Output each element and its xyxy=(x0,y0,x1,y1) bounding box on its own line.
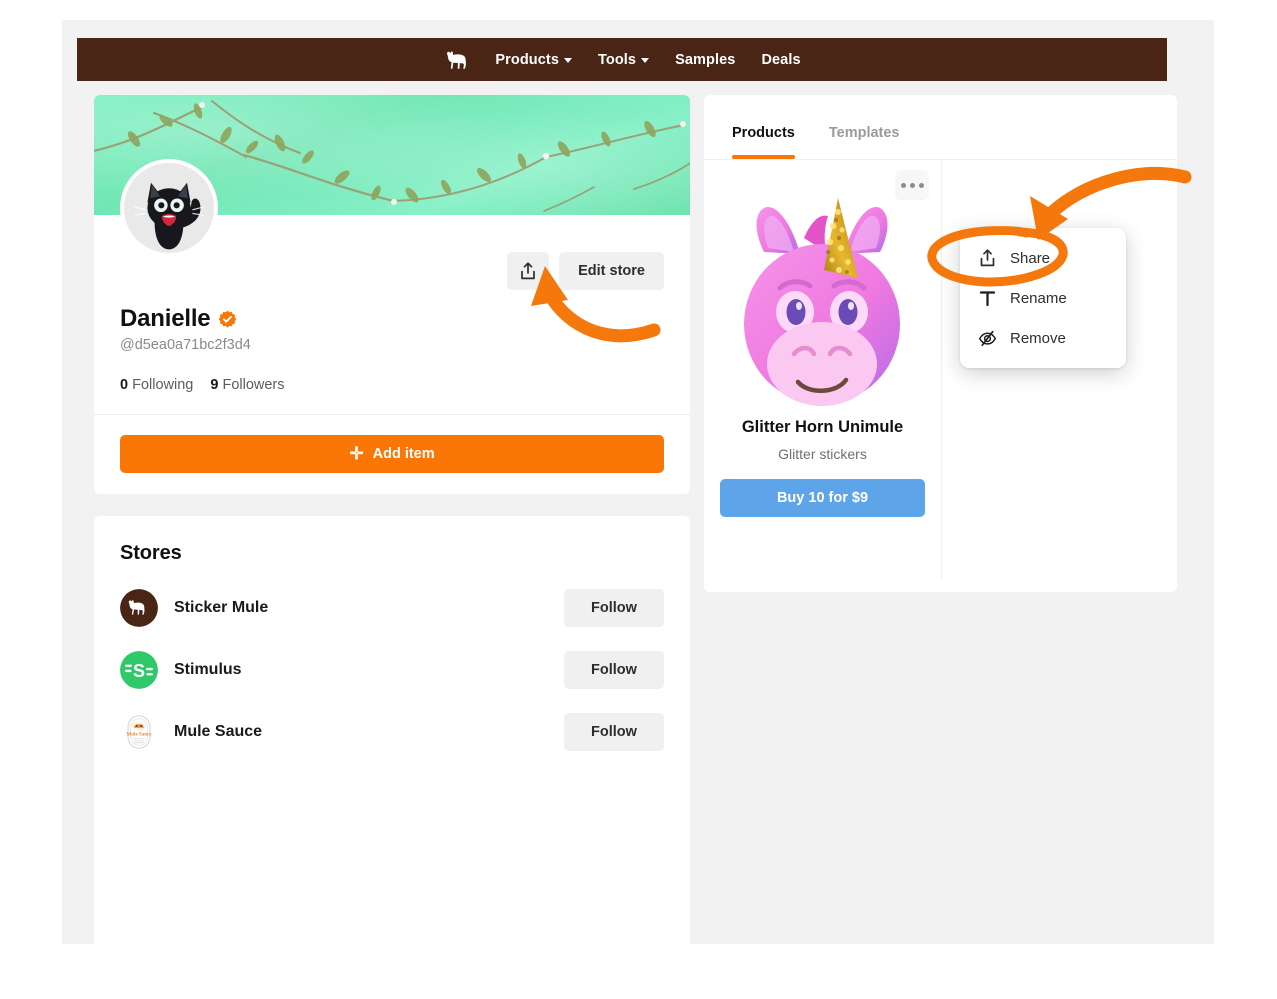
mule-sauce-logo-icon: Mule Sauce xyxy=(120,713,158,751)
product-grid: Glitter Horn Unimule Glitter stickers Bu… xyxy=(704,159,1177,580)
nav-link-products-label: Products xyxy=(495,51,559,68)
following-label: Following xyxy=(132,377,194,393)
following-stat[interactable]: 0 Following xyxy=(120,377,193,393)
followers-count: 9 xyxy=(210,377,219,393)
menu-item-share-label: Share xyxy=(1010,249,1051,267)
tab-products[interactable]: Products xyxy=(732,125,795,159)
stores-heading: Stores xyxy=(120,542,182,564)
product-card[interactable]: Glitter Horn Unimule Glitter stickers Bu… xyxy=(704,160,941,580)
add-item-section: ✛ Add item xyxy=(94,414,690,494)
share-store-button[interactable] xyxy=(507,252,550,290)
profile-stats: 0 Following 9 Followers xyxy=(120,377,664,414)
eye-slash-icon xyxy=(978,330,997,346)
page-title: Danielle xyxy=(120,305,211,332)
menu-item-remove-label: Remove xyxy=(1010,329,1066,347)
stores-card: Stores Sticker Mule Follow S Stimulus Fo… xyxy=(94,516,690,954)
product-image xyxy=(720,178,925,416)
following-count: 0 xyxy=(120,377,129,393)
store-name: Sticker Mule xyxy=(174,599,269,616)
plus-icon: ✛ xyxy=(349,443,364,463)
product-grid-cell: Glitter Horn Unimule Glitter stickers Bu… xyxy=(704,160,941,580)
followers-label: Followers xyxy=(222,377,285,393)
ellipsis-horizontal-icon xyxy=(909,182,915,188)
edit-store-button[interactable]: Edit store xyxy=(559,252,664,290)
chevron-down-icon xyxy=(564,58,572,63)
text-t-icon xyxy=(979,290,996,306)
nav-link-samples[interactable]: Samples xyxy=(675,52,735,68)
share-upload-icon xyxy=(521,261,535,279)
mule-logo-icon[interactable] xyxy=(443,48,469,72)
list-item[interactable]: Mule Sauce Mule Sauce Follow xyxy=(120,713,664,751)
stimulus-logo-icon: S xyxy=(120,651,158,689)
chevron-down-icon xyxy=(641,58,650,63)
svg-text:S: S xyxy=(133,661,145,681)
menu-item-share[interactable]: Share xyxy=(960,238,1126,278)
avatar[interactable] xyxy=(120,159,218,257)
add-item-button[interactable]: ✛ Add item xyxy=(120,435,664,473)
catalog-tabs: Products Templates xyxy=(704,95,1177,159)
followers-stat[interactable]: 9 Followers xyxy=(210,377,284,393)
svg-text:Mule Sauce: Mule Sauce xyxy=(127,732,153,737)
share-upload-icon xyxy=(980,248,995,266)
follow-button[interactable]: Follow xyxy=(564,651,664,689)
buy-button[interactable]: Buy 10 for $9 xyxy=(720,479,925,517)
product-subtitle: Glitter stickers xyxy=(778,446,867,462)
nav-link-deals[interactable]: Deals xyxy=(761,52,800,68)
nav-link-tools-label: Tools xyxy=(598,51,637,68)
verified-check-badge-icon xyxy=(219,310,237,328)
add-item-label: Add item xyxy=(372,446,435,462)
nav-link-tools[interactable]: Tools xyxy=(598,51,650,68)
menu-item-remove[interactable]: Remove xyxy=(960,318,1126,358)
tab-templates[interactable]: Templates xyxy=(829,125,900,159)
top-navigation-bar: Products Tools Samples Deals xyxy=(77,38,1167,81)
sticker-mule-logo-icon xyxy=(120,589,158,627)
product-title: Glitter Horn Unimule xyxy=(741,418,904,436)
profile-handle: @d5ea0a71bc2f3d4 xyxy=(120,337,251,353)
menu-item-rename[interactable]: Rename xyxy=(960,278,1126,318)
product-grid-cell-empty xyxy=(941,160,1177,580)
product-overflow-button[interactable] xyxy=(895,170,929,200)
store-name: Mule Sauce xyxy=(174,723,263,740)
follow-button[interactable]: Follow xyxy=(564,589,664,627)
ellipsis-horizontal-icon xyxy=(918,182,924,188)
list-item[interactable]: S Stimulus Follow xyxy=(120,651,664,689)
product-context-menu: Share Rename Remove xyxy=(960,228,1126,368)
list-item[interactable]: Sticker Mule Follow xyxy=(120,589,664,627)
ellipsis-horizontal-icon xyxy=(900,182,906,188)
menu-item-rename-label: Rename xyxy=(1010,289,1067,307)
profile-card: Edit store Danielle @d5ea0a71bc2f3d4 0 F… xyxy=(94,95,690,494)
store-name: Stimulus xyxy=(174,661,242,678)
follow-button[interactable]: Follow xyxy=(564,713,664,751)
nav-link-products[interactable]: Products xyxy=(495,52,572,68)
